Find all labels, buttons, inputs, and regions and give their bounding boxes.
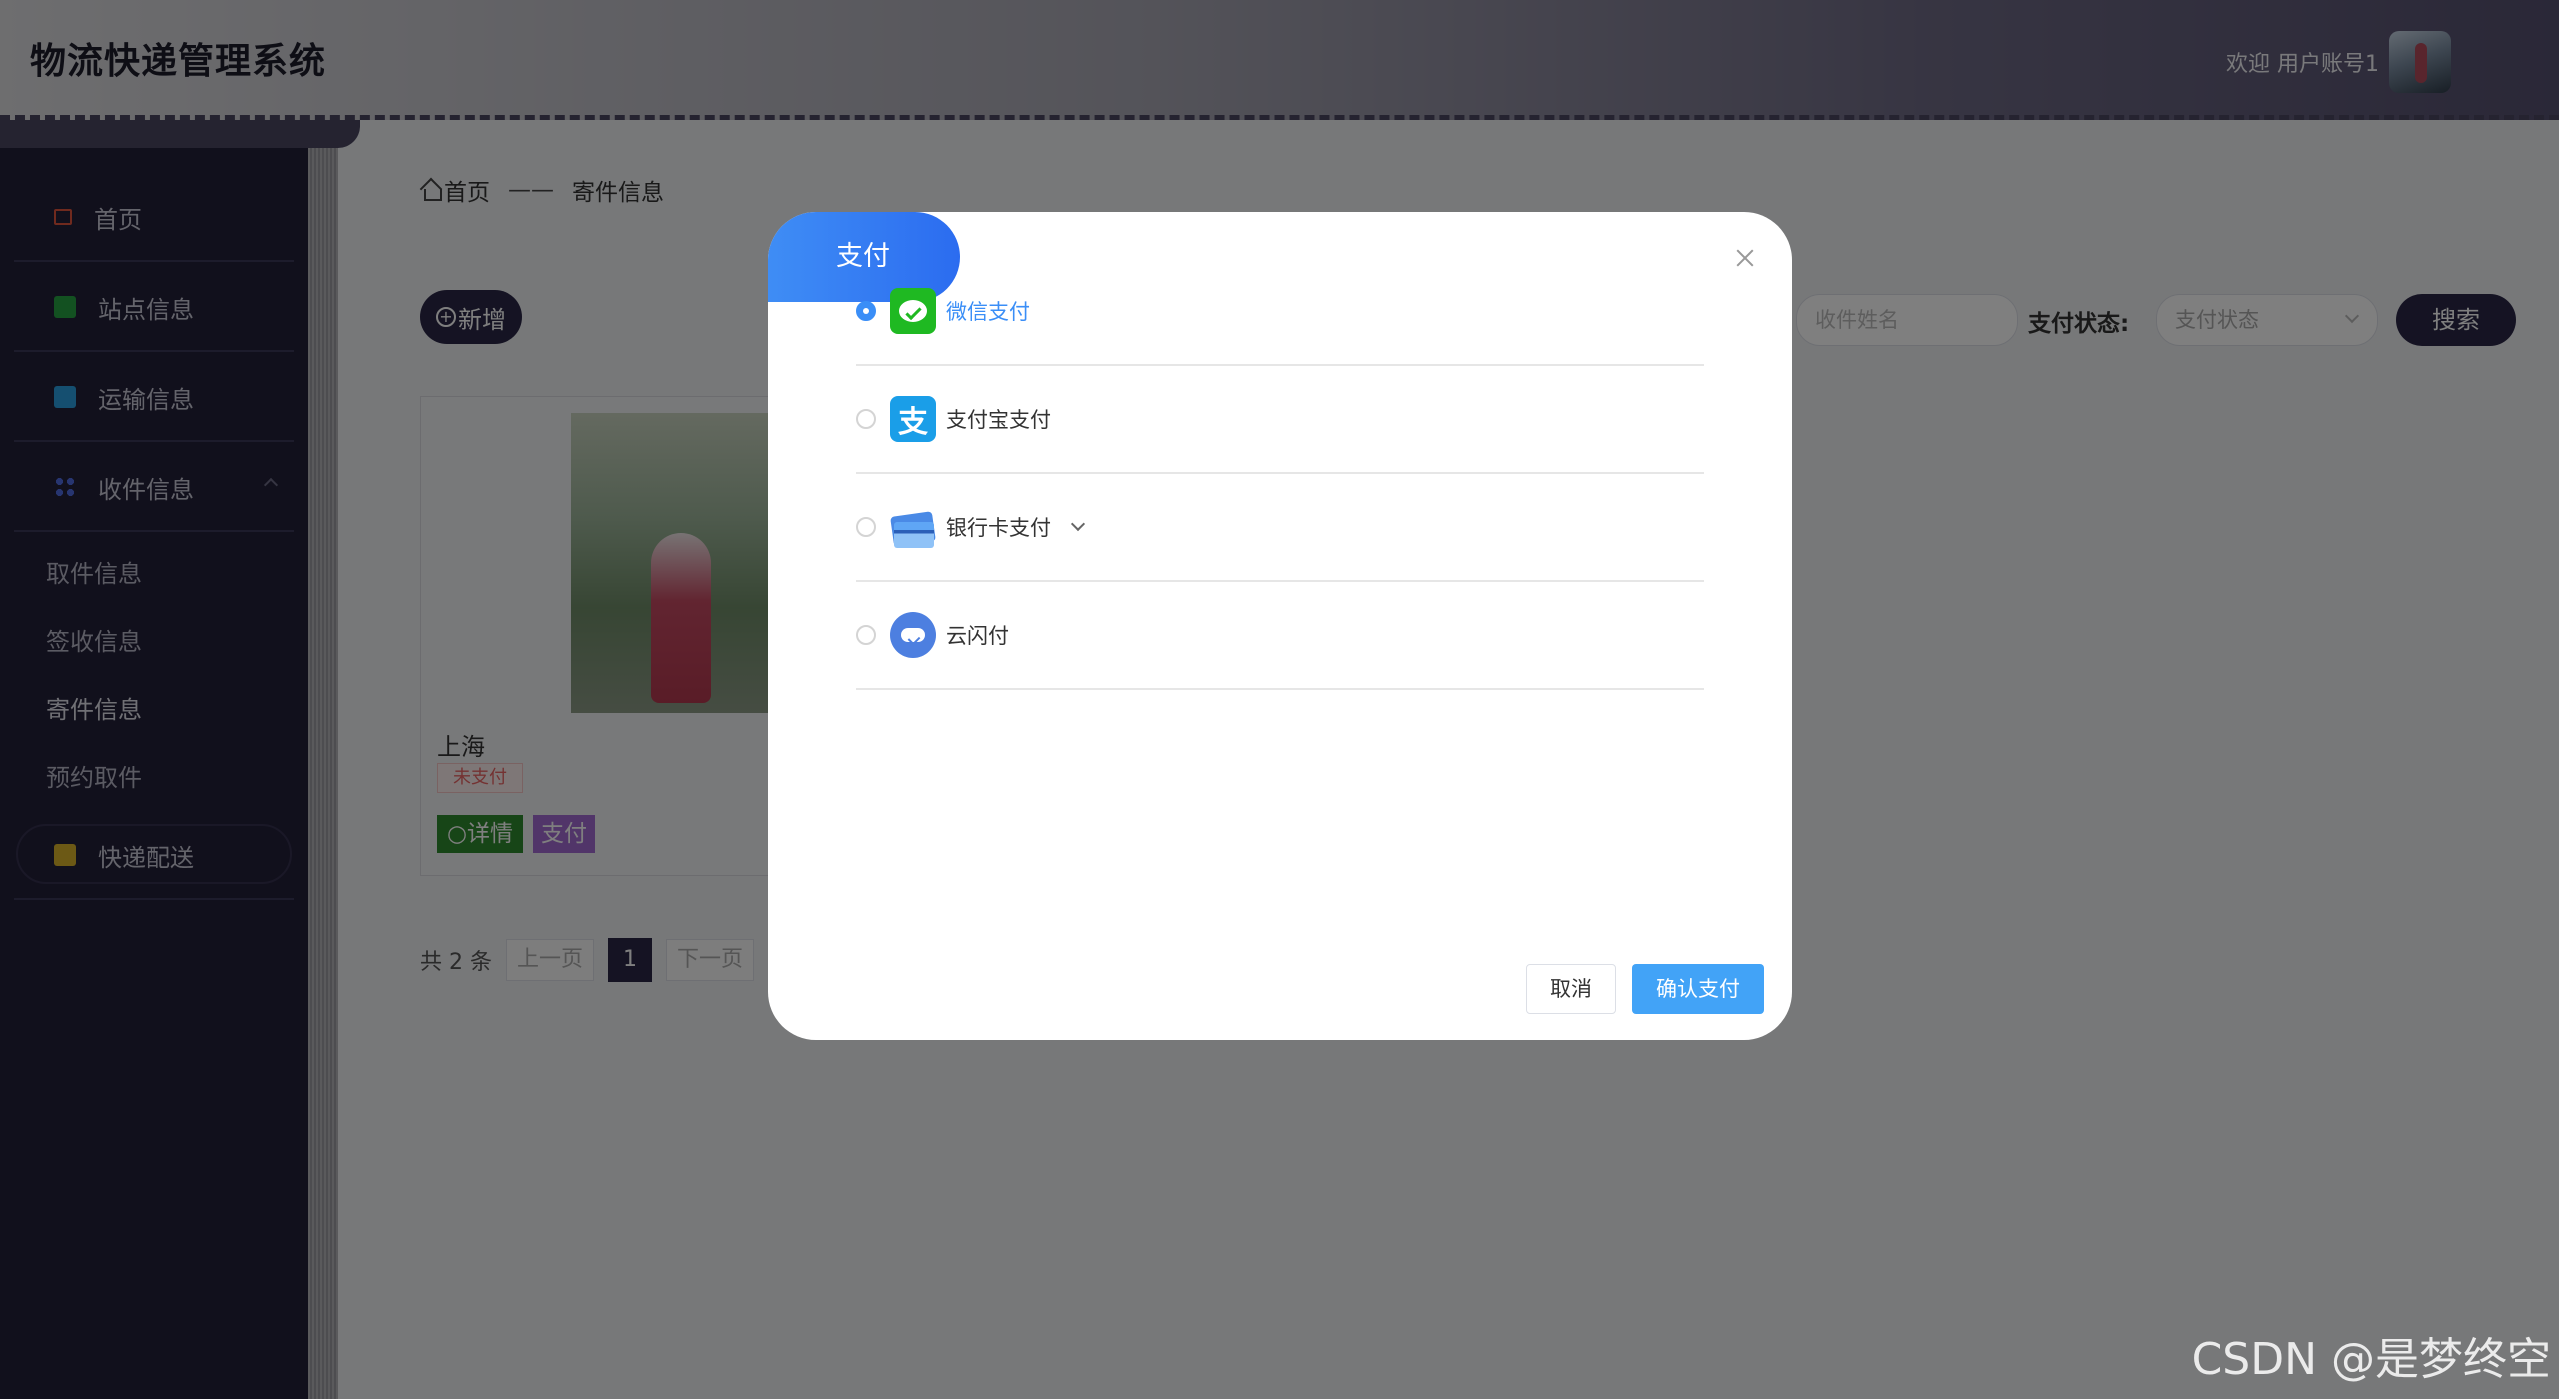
cancel-button[interactable]: 取消 [1526,964,1616,1014]
watermark: CSDN @是梦终空 [2191,1334,2551,1385]
payment-dialog: 支付 微信支付 支 支付宝支付 银行卡支付 云闪付 取消 确认支付 [768,212,1792,1040]
radio-button[interactable] [856,301,876,321]
bank-card-icon [890,504,936,550]
radio-button[interactable] [856,625,876,645]
confirm-payment-button[interactable]: 确认支付 [1632,964,1764,1014]
alipay-icon: 支 [890,396,936,442]
payment-option-wechat[interactable]: 微信支付 [856,258,1704,366]
wechat-icon [890,288,936,334]
payment-option-cloud-pay[interactable]: 云闪付 [856,582,1704,690]
payment-option-label: 微信支付 [946,300,1030,324]
payment-option-alipay[interactable]: 支 支付宝支付 [856,366,1704,474]
payment-option-label: 支付宝支付 [946,408,1051,432]
radio-button[interactable] [856,409,876,429]
cloud-pay-icon [890,612,936,658]
payment-option-bank-card[interactable]: 银行卡支付 [856,474,1704,582]
radio-button[interactable] [856,517,876,537]
payment-option-label: 银行卡支付 [946,516,1051,540]
payment-option-label: 云闪付 [946,624,1009,648]
close-icon[interactable] [1730,244,1760,274]
chevron-down-icon[interactable] [1070,516,1086,532]
